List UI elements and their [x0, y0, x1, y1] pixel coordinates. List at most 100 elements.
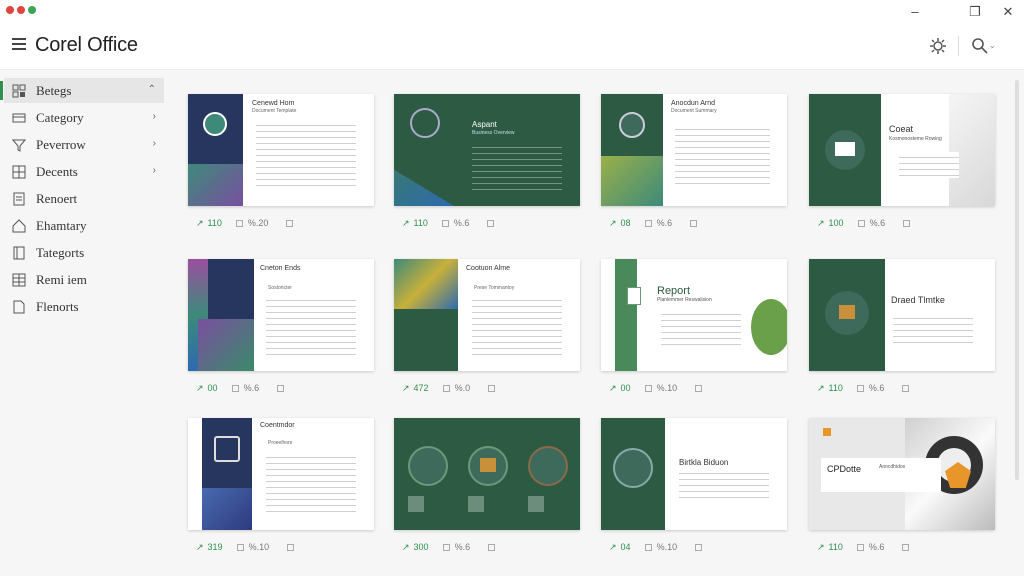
template-title: Report — [657, 285, 691, 297]
traffic-lights — [6, 6, 36, 14]
template-meta: ↗ 300 %.6 — [402, 540, 500, 554]
sidebar-item-remi-iem[interactable]: Remi iem — [4, 267, 164, 292]
template-meta: ↗ 472 %.0 — [402, 381, 500, 395]
close-dot-icon[interactable] — [6, 6, 14, 14]
sidebar-item-label: Flenorts — [36, 298, 79, 314]
template-thumbnail — [394, 418, 580, 530]
filter-icon — [12, 139, 26, 152]
template-title: Aspant — [472, 120, 497, 129]
template-card[interactable]: Coentmdor Proeelhore ↗ 319 %.10 — [188, 418, 374, 552]
title-bar: – ❐ ✕ — [0, 0, 1024, 24]
template-thumbnail: Report Planlemmer Reswalision — [601, 259, 787, 371]
template-card[interactable]: Birtkla Biduon ↗ 04 %.10 — [601, 418, 787, 552]
chevron-up-icon: ⌃ — [147, 84, 156, 95]
template-meta: ↗ 110 %.6 — [817, 381, 914, 395]
template-thumbnail: Cenewd Hom Document Template — [188, 94, 374, 206]
settings-icon[interactable] — [928, 36, 948, 56]
template-card[interactable]: Cootuon Alme Prese Tommantoy ↗ 472 %.0 — [394, 259, 580, 393]
template-meta: ↗ 00 %.10 — [609, 381, 707, 395]
sidebar-item-label: Renoert — [36, 190, 78, 206]
sidebar-item-renoert[interactable]: Renoert — [4, 186, 164, 211]
maximize-button[interactable]: ❐ — [965, 3, 985, 21]
template-subtitle: Planlemmer Reswalision — [657, 297, 712, 303]
template-subtitle: Document Template — [252, 108, 297, 114]
home-icon — [12, 218, 26, 232]
sidebar-item-flenorts[interactable]: Flenorts — [4, 294, 164, 319]
template-meta: ↗ 08 %.6 — [609, 216, 702, 230]
template-card[interactable]: Draed Tlmtke ↗ 110 %.6 — [809, 259, 995, 393]
grid-icon — [12, 165, 26, 178]
sidebar-item-category[interactable]: Category › — [4, 105, 164, 130]
template-meta: ↗ 319 %.10 — [196, 540, 299, 554]
minimize-button[interactable]: – — [905, 3, 925, 21]
vertical-scrollbar[interactable] — [1015, 80, 1019, 480]
sidebar-item-label: Remi iem — [36, 271, 87, 287]
template-meta: ↗ 110 %.6 — [402, 216, 499, 230]
template-title: Birtkla Biduon — [679, 458, 729, 467]
sidebar-item-tategorts[interactable]: Tategorts — [4, 240, 164, 265]
table-icon — [12, 273, 26, 286]
template-meta: ↗ 04 %.10 — [609, 540, 707, 554]
sidebar-item-decents[interactable]: Decents › — [4, 159, 164, 184]
template-thumbnail: Aspant Business Overview — [394, 94, 580, 206]
template-meta: ↗ 00 %.6 — [196, 381, 289, 395]
template-title: Cootuon Alme — [466, 265, 510, 272]
sidebar-item-label: Category — [36, 109, 84, 125]
chevron-right-icon: › — [152, 111, 156, 122]
template-title: CPDotte — [827, 464, 862, 474]
template-subtitle: Proeelhore — [268, 440, 293, 446]
template-title: Coentmdor — [260, 422, 295, 429]
sidebar-item-label: Decents — [36, 163, 78, 179]
template-thumbnail: Draed Tlmtke — [809, 259, 995, 371]
template-card[interactable]: Report Planlemmer Reswalision ↗ 00 %.10 — [601, 259, 787, 393]
template-title: Cenewd Hom — [252, 100, 295, 107]
template-subtitle: Prese Tommantoy — [474, 285, 515, 291]
sidebar-item-label: Ehamtary — [36, 217, 87, 233]
sidebar-item-peverrow[interactable]: Peverrow › — [4, 132, 164, 157]
template-thumbnail: CPDotte Anocdhidos — [809, 418, 995, 530]
book-icon — [13, 246, 25, 259]
template-thumbnail: Coeat Kosmonosteme Rowing — [809, 94, 995, 206]
menu-icon[interactable] — [12, 38, 26, 50]
template-card[interactable]: Coeat Kosmonosteme Rowing ↗ 100 %.6 — [809, 94, 995, 228]
sidebar: Betegs ⌃ Category › Peverrow › Decents ›… — [0, 70, 170, 576]
sidebar-item-label: Peverrow — [36, 136, 86, 152]
template-thumbnail: Coentmdor Proeelhore — [188, 418, 374, 530]
chevron-right-icon: › — [152, 165, 156, 176]
sidebar-item-betegs[interactable]: Betegs ⌃ — [0, 78, 164, 103]
template-subtitle: Document Summary — [671, 108, 717, 114]
minimize-dot-icon[interactable] — [17, 6, 25, 14]
template-title: Anocdun Arnd — [671, 100, 715, 107]
template-subtitle: Sostoncter — [268, 285, 292, 291]
template-card[interactable]: Aspant Business Overview ↗ 110 %.6 — [394, 94, 580, 228]
template-meta: ↗ 110 %.20 — [196, 216, 298, 230]
template-thumbnail: Cootuon Alme Prese Tommantoy — [394, 259, 580, 371]
template-thumbnail: Birtkla Biduon — [601, 418, 787, 530]
document-icon — [13, 192, 25, 205]
zoom-dot-icon[interactable] — [28, 6, 36, 14]
sidebar-item-label: Tategorts — [36, 244, 85, 260]
search-dropdown-icon[interactable]: ⌄ — [989, 41, 996, 50]
template-card[interactable]: CPDotte Anocdhidos ↗ 110 %.6 — [809, 418, 995, 552]
sidebar-item-ehamtary[interactable]: Ehamtary — [4, 213, 164, 238]
app-title: Corel Office — [35, 34, 138, 56]
template-title: Coeat — [889, 124, 914, 134]
template-icon — [12, 84, 26, 97]
header-divider — [958, 36, 959, 56]
template-thumbnail: Anocdun Arnd Document Summary — [601, 94, 787, 206]
page-icon — [13, 300, 25, 313]
close-button[interactable]: ✕ — [998, 3, 1018, 21]
template-subtitle: Anocdhidos — [879, 464, 906, 470]
template-title: Draed Tlmtke — [891, 295, 945, 305]
template-subtitle: Business Overview — [472, 130, 515, 136]
template-card[interactable]: Cenewd Hom Document Template ↗ 110 %.20 — [188, 94, 374, 228]
chevron-right-icon: › — [152, 138, 156, 149]
template-thumbnail: Cneton Ends Sostoncter — [188, 259, 374, 371]
sidebar-item-label: Betegs — [36, 82, 72, 98]
search-icon[interactable] — [970, 36, 990, 56]
template-card[interactable]: ↗ 300 %.6 — [394, 418, 580, 552]
app-header: Corel Office ⌄ — [0, 24, 1024, 70]
template-card[interactable]: Cneton Ends Sostoncter ↗ 00 %.6 — [188, 259, 374, 393]
template-title: Cneton Ends — [260, 265, 301, 272]
template-card[interactable]: Anocdun Arnd Document Summary ↗ 08 %.6 — [601, 94, 787, 228]
